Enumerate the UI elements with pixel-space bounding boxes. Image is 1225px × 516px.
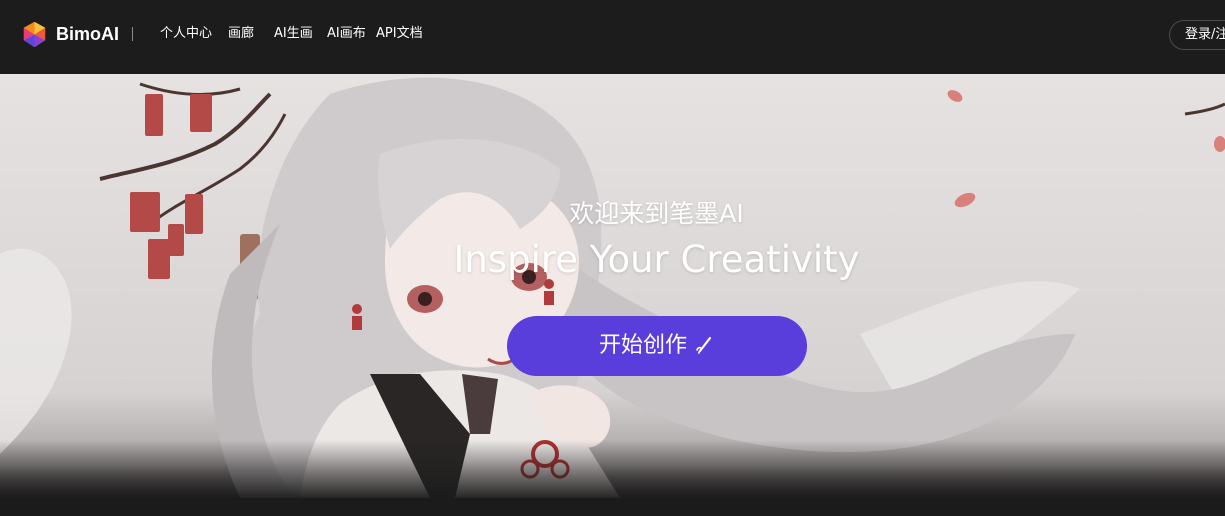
nav-item-ai-canvas[interactable]: AI画布	[327, 25, 366, 43]
nav-item-api-docs[interactable]: API文档	[376, 25, 423, 43]
hero-bottom-fade	[0, 440, 1225, 498]
start-creating-button[interactable]: 开始创作	[507, 316, 807, 376]
hero-subtitle: Inspire Your Creativity	[453, 238, 860, 281]
hero-title: 欢迎来到笔墨AI	[569, 199, 744, 228]
start-creating-label: 开始创作	[598, 333, 687, 358]
nav-item-personal-center[interactable]: 个人中心	[160, 25, 212, 43]
top-navigation-bar: BimoAI 个人中心 画廊 AI生画 AI画布 API文档 登录/注册	[0, 0, 1225, 74]
nav-item-ai-painting[interactable]: AI生画	[274, 25, 313, 43]
brand-divider	[132, 27, 133, 41]
hero-banner: 欢迎来到笔墨AI Inspire Your Creativity 开始创作	[0, 74, 1225, 498]
hero-illustration	[0, 77, 1225, 498]
brand-name[interactable]: BimoAI	[56, 22, 119, 46]
bimoai-logo-icon[interactable]	[20, 20, 49, 49]
pen-icon	[696, 336, 712, 354]
nav-item-gallery[interactable]: 画廊	[228, 25, 254, 43]
page-bottom-strip	[0, 498, 1225, 516]
login-register-button[interactable]: 登录/注册	[1169, 20, 1225, 50]
